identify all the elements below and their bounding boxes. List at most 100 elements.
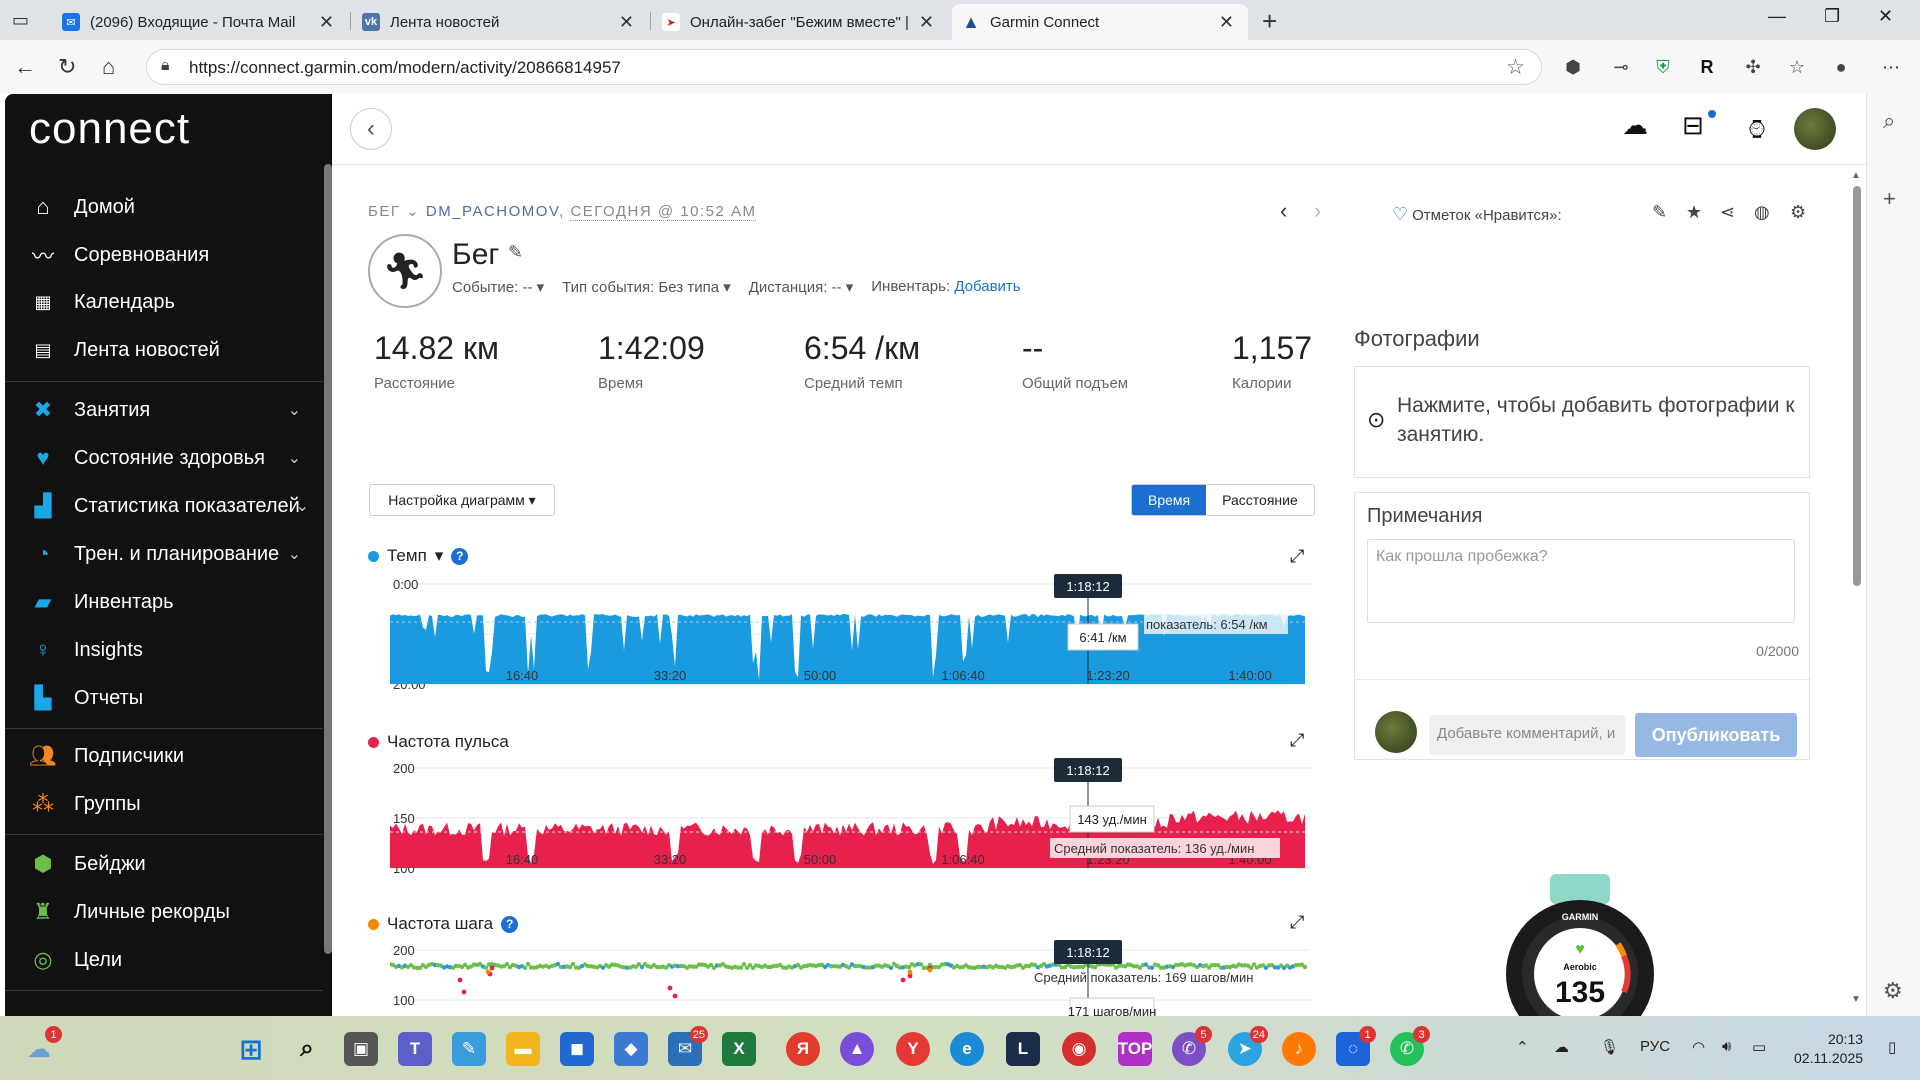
url-field[interactable]: 🔒︎ https://connect.garmin.com/modern/act… — [146, 49, 1542, 85]
clock[interactable]: 20:13 02.11.2025 — [1794, 1030, 1863, 1068]
expand-icon[interactable]: ⤢ — [1290, 546, 1304, 567]
activity-type-label[interactable]: БЕГ — [368, 203, 400, 220]
viber-icon[interactable]: ✆ 5 — [1172, 1026, 1212, 1066]
alice-icon[interactable]: ▲ — [840, 1032, 874, 1066]
cadence-title[interactable]: Частота шага — [387, 914, 493, 934]
back-arrow-icon[interactable]: ← — [14, 54, 36, 80]
help-icon[interactable]: ? — [451, 547, 469, 565]
battery-icon[interactable]: ▭ — [1752, 1038, 1766, 1056]
extension-shield-icon[interactable]: ⬢ — [1558, 52, 1588, 82]
search-icon[interactable]: ⌕ — [1883, 108, 1895, 134]
wifi-icon[interactable]: ◠ — [1692, 1038, 1705, 1056]
toggle-distance-button[interactable]: Расстояние — [1206, 485, 1314, 515]
close-icon[interactable]: ✕ — [1219, 12, 1234, 33]
add-photos-area[interactable]: ⊙ Нажмите, чтобы добавить фотографии к з… — [1354, 366, 1810, 478]
distance-select[interactable]: Дистанция: -- ▾ — [749, 278, 854, 296]
sidebar-item-insights[interactable]: ♀ Insights — [5, 630, 323, 670]
sidebar-item-newsfeed[interactable]: ▤ Лента новостей — [5, 330, 323, 370]
reload-icon[interactable]: ↻ — [58, 54, 76, 80]
star-icon[interactable]: ★ — [1686, 202, 1702, 223]
weather-icon[interactable]: ☁ 1 — [22, 1026, 62, 1066]
paint-icon[interactable]: ✎ — [452, 1032, 486, 1066]
m365-icon[interactable]: ◆ — [614, 1032, 648, 1066]
toggle-time-button[interactable]: Время — [1132, 485, 1207, 515]
new-tab-button[interactable]: + — [1262, 6, 1277, 37]
microphone-icon[interactable]: 🎙︎ — [1600, 1038, 1619, 1056]
url-text[interactable]: https://connect.garmin.com/modern/activi… — [189, 58, 621, 78]
user-link[interactable]: DM_PACHOMOV — [426, 203, 559, 220]
tab-race[interactable]: ➤ Онлайн-забег "Бежим вместе" | ✕ — [652, 4, 948, 40]
connect-logo[interactable]: connect — [29, 104, 190, 154]
opera-icon[interactable]: ◉ — [1062, 1032, 1096, 1066]
notifications-icon[interactable]: ▯ — [1888, 1038, 1896, 1056]
sidebar-item-calendar[interactable]: ▦ Календарь — [5, 282, 323, 322]
sidebar-item-stats[interactable]: ▟ Статистика показателей ⌄ — [5, 486, 323, 526]
more-icon[interactable]: ⋯ — [1876, 52, 1906, 82]
teams-icon[interactable]: T — [398, 1032, 432, 1066]
sidebar-item-health[interactable]: ♥ Состояние здоровья ⌄ — [5, 438, 323, 478]
sidebar-scrollbar[interactable] — [324, 164, 332, 954]
privacy-globe-icon[interactable]: ◍ — [1754, 202, 1770, 223]
explorer-icon[interactable]: ▬ — [506, 1032, 540, 1066]
tab-actions-icon[interactable]: ▭ — [12, 10, 32, 30]
yandex-icon[interactable]: Я — [786, 1032, 820, 1066]
lock-icon[interactable]: 🔒︎ — [161, 57, 170, 75]
tray-chevron-icon[interactable]: ⌃ — [1516, 1038, 1529, 1056]
extension-adguard-icon[interactable]: ⛨ — [1648, 52, 1678, 82]
hr-title[interactable]: Частота пульса — [387, 732, 509, 752]
extension-key-icon[interactable]: ⊸ — [1606, 52, 1636, 82]
tab-garmin[interactable]: ▲ Garmin Connect ✕ — [952, 4, 1248, 40]
share-icon[interactable]: ⋖ — [1720, 202, 1735, 223]
extension-r-icon[interactable]: R — [1692, 52, 1722, 82]
sidebar-item-records[interactable]: ♜ Личные рекорды — [5, 892, 323, 932]
sidebar-item-groups[interactable]: ⁂ Группы — [5, 784, 323, 824]
sidebar-item-badges[interactable]: ⬢ Бейджи — [5, 844, 323, 884]
home-icon[interactable]: ⌂ — [102, 54, 115, 80]
l-app-icon[interactable]: L — [1006, 1032, 1040, 1066]
sidebar-item-challenges[interactable]: 〰 Соревнования — [5, 235, 323, 275]
next-activity-icon[interactable]: › — [1314, 198, 1321, 224]
comment-input[interactable]: Добавьте комментарий, и — [1429, 715, 1625, 755]
expand-icon[interactable]: ⤢ — [1290, 730, 1304, 751]
search-icon[interactable]: ⌕ — [290, 1032, 324, 1066]
gear-icon[interactable]: ⚙ — [1883, 978, 1903, 1004]
sidebar-item-followers[interactable]: 👥︎ Подписчики — [5, 736, 323, 776]
maximize-button[interactable]: ❐ — [1824, 6, 1840, 27]
music-icon[interactable]: ♪ — [1282, 1032, 1316, 1066]
event-type-select[interactable]: Тип события: Без типа ▾ — [562, 278, 731, 296]
close-icon[interactable]: ✕ — [919, 12, 934, 33]
pencil-icon[interactable]: ✎ — [508, 242, 523, 263]
sidebar-item-home[interactable]: ⌂ Домой — [5, 187, 323, 227]
store-icon[interactable]: ◼ — [560, 1032, 594, 1066]
yandex-browser-icon[interactable]: Y — [896, 1032, 930, 1066]
avatar[interactable] — [1794, 108, 1836, 150]
add-icon[interactable]: + — [1883, 186, 1896, 212]
prev-activity-icon[interactable]: ‹ — [1280, 198, 1287, 224]
close-icon[interactable]: ✕ — [619, 12, 634, 33]
pace-title[interactable]: Темп — [387, 546, 427, 566]
task-view-icon[interactable]: ▣ — [344, 1032, 378, 1066]
top-app-icon[interactable]: TOP — [1118, 1032, 1152, 1066]
extensions-puzzle-icon[interactable]: ✣ — [1738, 52, 1768, 82]
telegram-icon[interactable]: ➤ 24 — [1228, 1026, 1268, 1066]
gear-icon[interactable]: ⚙ — [1790, 202, 1806, 223]
edge-icon[interactable]: e — [950, 1032, 984, 1066]
sidebar-item-gear[interactable]: ▰ Инвентарь — [5, 582, 323, 622]
add-gear-link[interactable]: Добавить — [954, 278, 1020, 295]
tab-vk[interactable]: vk Лента новостей ✕ — [352, 4, 648, 40]
sidebar-item-training[interactable]: ◔ Трен. и планирование ⌄ — [5, 534, 323, 574]
scroll-up-icon[interactable]: ▲ — [1851, 170, 1861, 181]
onedrive-icon[interactable]: ☁ — [1554, 1038, 1569, 1056]
page-scrollbar[interactable] — [1853, 186, 1861, 586]
whatsapp-icon[interactable]: ✆ 3 — [1390, 1026, 1430, 1066]
tab-mail[interactable]: ✉ (2096) Входящие - Почта Mail ✕ — [52, 4, 348, 40]
chart-settings-dropdown[interactable]: Настройка диаграмм ▾ — [369, 484, 555, 516]
inbox-icon[interactable]: ⊟ — [1682, 110, 1704, 141]
event-select[interactable]: Событие: -- ▾ — [452, 278, 544, 296]
publish-button[interactable]: Опубликовать — [1635, 713, 1797, 757]
minimize-button[interactable]: — — [1768, 6, 1786, 27]
outlook-icon[interactable]: ✉ 25 — [668, 1026, 708, 1066]
notes-textarea[interactable]: Как прошла пробежка? — [1367, 539, 1795, 623]
pace-dropdown-icon[interactable]: ▾ — [435, 546, 444, 566]
favorites-icon[interactable]: ☆ — [1782, 52, 1812, 82]
